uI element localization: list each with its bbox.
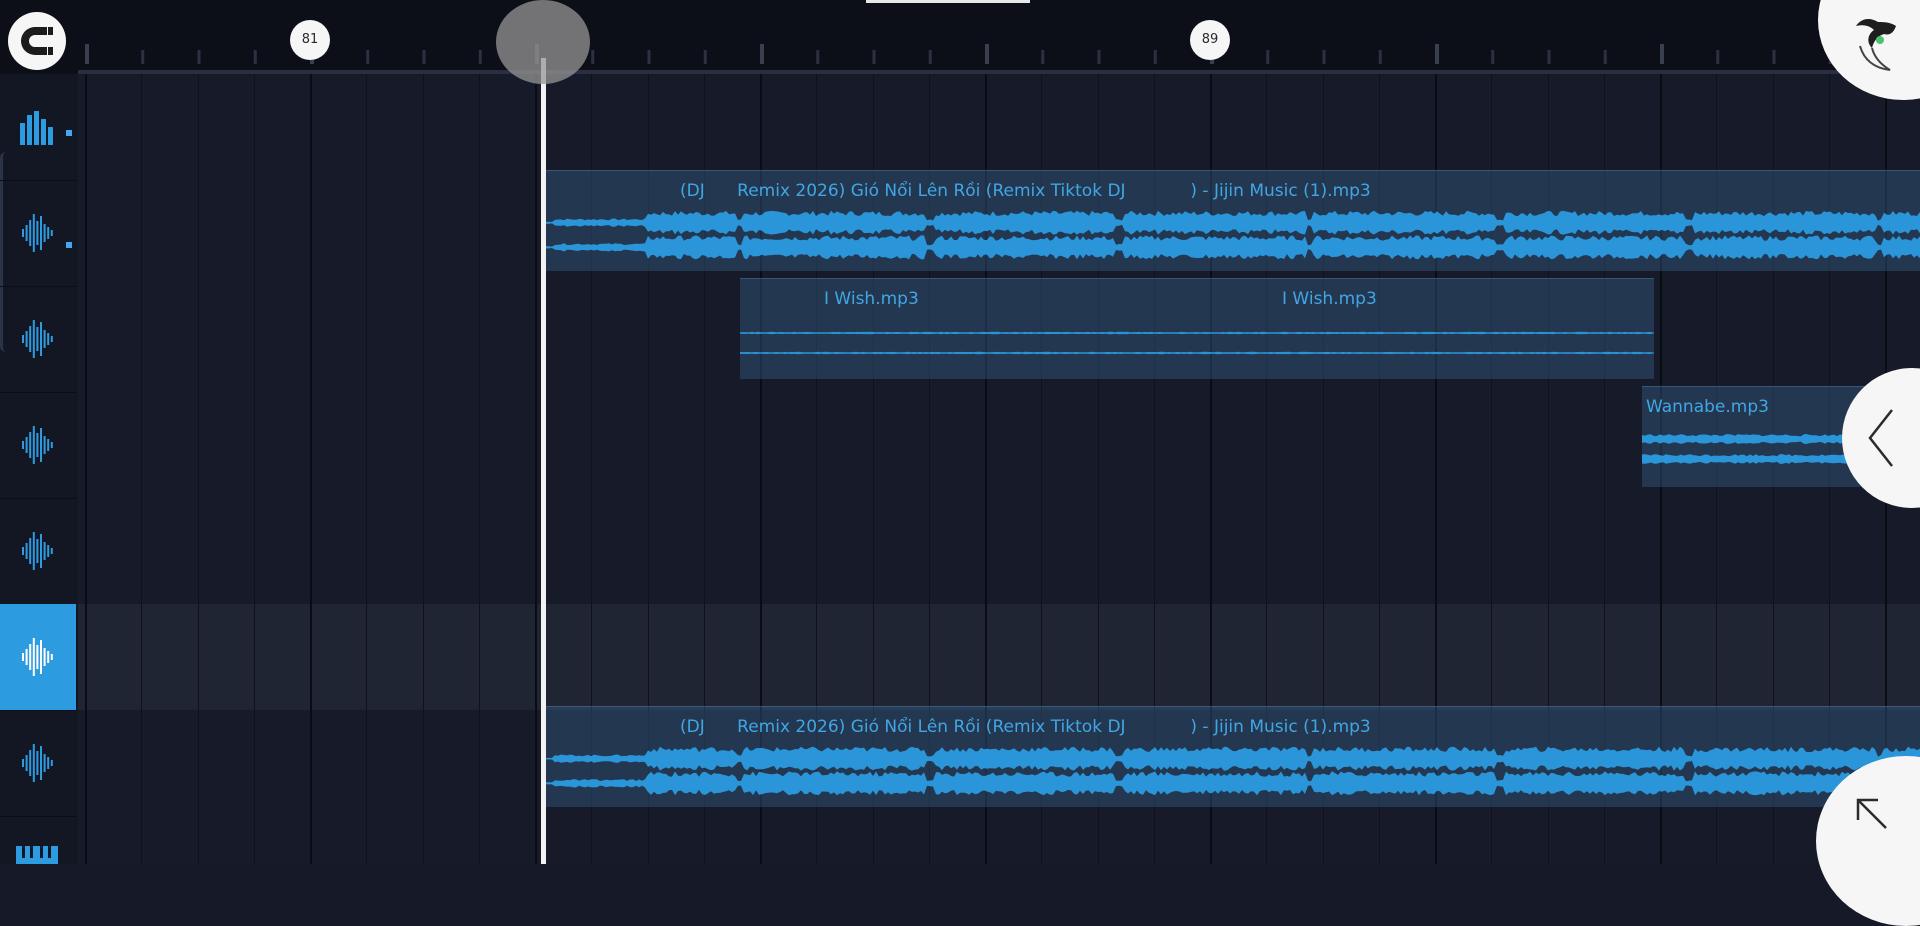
track-lane[interactable] (78, 604, 1920, 711)
arrow-up-left-icon (1856, 798, 1887, 829)
track-header-6[interactable] (0, 604, 76, 711)
clip-label: (DJ Remix 2026) Gió Nổi Lên Rồi (Remix T… (680, 181, 1371, 201)
clip-waveform (546, 746, 1920, 796)
ruler-tick (1491, 50, 1495, 64)
ruler-tick (1041, 50, 1045, 64)
track-header-5[interactable] (0, 498, 76, 605)
snap-magnet-button[interactable] (8, 12, 66, 70)
ruler-tick (1153, 50, 1157, 64)
track-lane[interactable] (78, 498, 1920, 605)
clip-waveform (740, 331, 1654, 355)
track-header-4[interactable] (0, 392, 76, 499)
ruler-tick (928, 50, 932, 64)
ruler-tick (985, 44, 989, 64)
ruler-ticks (85, 44, 1832, 64)
waveform-icon (22, 426, 53, 464)
magnet-icon (21, 27, 53, 55)
ruler-tick (422, 50, 426, 64)
playhead-handle[interactable] (496, 0, 590, 84)
ruler-tick (253, 50, 257, 64)
ruler-tick (85, 44, 89, 64)
audio-clip-gio-noi-len-roi-1[interactable]: (DJ Remix 2026) Gió Nổi Lên Rồi (Remix T… (546, 170, 1920, 271)
timeline-ruler[interactable]: 81 89 (0, 0, 1920, 74)
chevron-left-icon (1868, 409, 1893, 467)
track-header-column (0, 74, 78, 864)
waveform-icon (22, 214, 53, 252)
bar-marker-89[interactable]: 89 (1190, 20, 1230, 60)
track-header-2[interactable] (0, 180, 76, 287)
waveform-icon (22, 532, 53, 570)
clip-waveform (546, 210, 1920, 260)
grid-line (197, 74, 199, 864)
ruler-tick (872, 50, 876, 64)
grid-line (535, 74, 537, 864)
ruler-tick (1435, 44, 1439, 64)
ruler-tick (1772, 50, 1776, 64)
mixer-icon (20, 111, 53, 145)
ruler-tick (1266, 50, 1270, 64)
ruler-tick (703, 50, 707, 64)
track-header-3[interactable] (0, 286, 76, 393)
ruler-tick (591, 50, 595, 64)
bar-marker-81[interactable]: 81 (290, 20, 330, 60)
track-header-1[interactable] (0, 74, 76, 181)
ruler-tick (141, 50, 145, 64)
ruler-tick (760, 44, 764, 64)
grid-line (478, 74, 480, 864)
ruler-tick (1322, 50, 1326, 64)
waveform-icon (22, 320, 53, 358)
ruler-tick (366, 50, 370, 64)
track-header-7[interactable] (0, 710, 76, 817)
clip-label-repeat: I Wish.mp3 (1282, 289, 1377, 309)
grid-line (366, 74, 368, 864)
ruler-tick (1716, 50, 1720, 64)
track-indicator-dot (66, 130, 72, 136)
piano-keys-icon[interactable] (16, 846, 58, 864)
grid-line (253, 74, 255, 864)
track-indicator-dot (66, 242, 72, 248)
ruler-tick (1378, 50, 1382, 64)
ruler-tick (1603, 50, 1607, 64)
playlist-grid[interactable]: (DJ Remix 2026) Gió Nổi Lên Rồi (Remix T… (78, 74, 1920, 864)
audio-clip-i-wish[interactable]: I Wish.mp3 I Wish.mp3 (740, 278, 1654, 379)
waveform-icon (22, 744, 53, 782)
top-indicator (866, 0, 1030, 3)
clip-label: (DJ Remix 2026) Gió Nổi Lên Rồi (Remix T… (680, 717, 1371, 737)
track-lane[interactable] (78, 816, 1920, 864)
ruler-tick (1547, 50, 1551, 64)
ruler-tick (1660, 44, 1664, 64)
audio-clip-gio-noi-len-roi-2[interactable]: (DJ Remix 2026) Gió Nổi Lên Rồi (Remix T… (546, 706, 1920, 807)
grid-line (85, 74, 87, 864)
playhead-line[interactable] (541, 58, 546, 864)
clip-label: I Wish.mp3 (824, 289, 919, 309)
ruler-tick (1097, 50, 1101, 64)
grid-line (141, 74, 143, 864)
ruler-tick (478, 50, 482, 64)
waveform-icon (22, 638, 53, 676)
ruler-tick (647, 50, 651, 64)
grid-line (422, 74, 424, 864)
clip-label: Wannabe.mp3 (1646, 397, 1769, 417)
ruler-tick (197, 50, 201, 64)
track-lane[interactable] (78, 74, 1920, 181)
ruler-tick (816, 50, 820, 64)
fl-studio-fruit-icon (1856, 19, 1896, 71)
grid-line (310, 74, 312, 864)
